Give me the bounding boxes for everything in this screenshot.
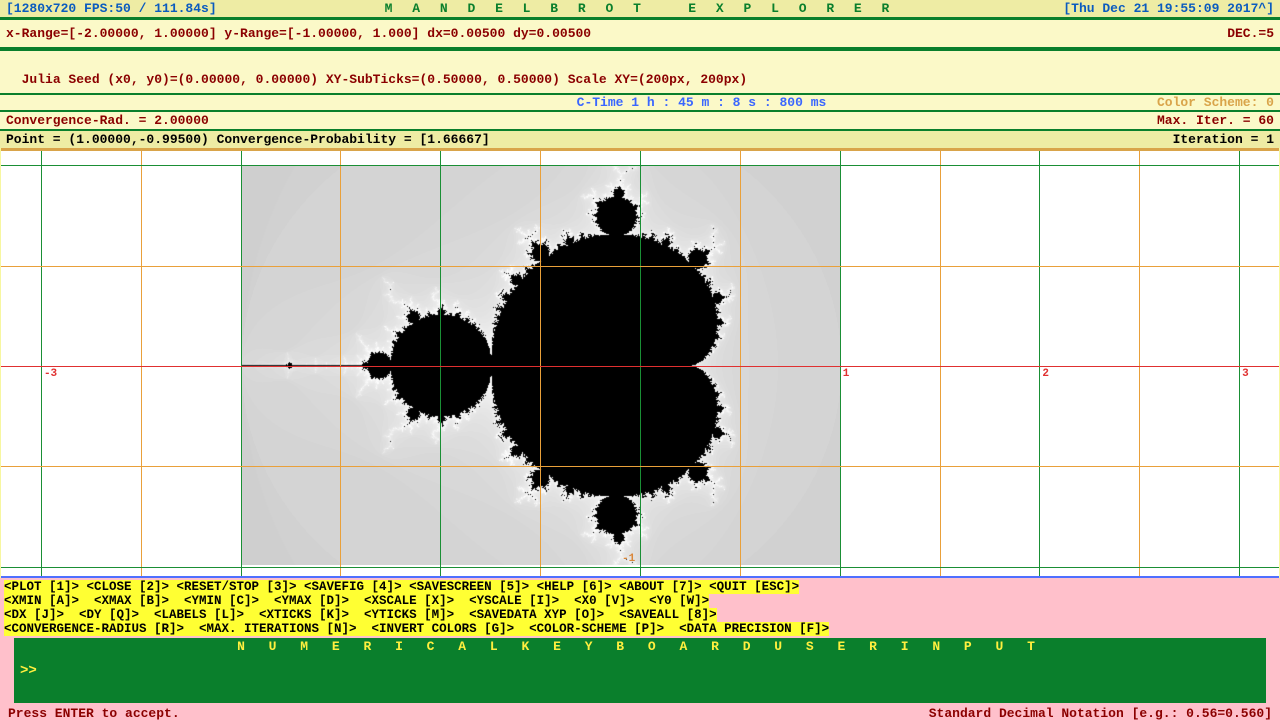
footer-hint-right: Standard Decimal Notation [e.g.: 0.56=0.… xyxy=(929,706,1272,720)
plot-grid: -3123-1 xyxy=(1,151,1279,576)
cmd-row-4[interactable]: <CONVERGENCE-RADIUS [R]> <MAX. ITERATION… xyxy=(4,622,829,636)
convergence-radius-readout: Convergence-Rad. = 2.00000 xyxy=(6,113,1157,128)
cmd-row-3[interactable]: <DX [J]> <DY [Q]> <LABELS [L]> <XTICKS [… xyxy=(4,608,717,622)
color-scheme-readout: Color Scheme: 0 xyxy=(1157,95,1274,110)
decimal-precision: DEC.=5 xyxy=(1227,26,1274,41)
julia-readout: Julia Seed (x0, y0)=(0.00000, 0.00000) X… xyxy=(22,72,748,87)
compute-time: C-Time 1 h : 45 m : 8 s : 800 ms xyxy=(246,95,1157,110)
cursor-point-readout: Point = (1.00000,-0.99500) Convergence-P… xyxy=(6,132,1173,147)
cmd-row-1[interactable]: <PLOT [1]> <CLOSE [2]> <RESET/STOP [3]> … xyxy=(4,580,799,594)
clock: [Thu Dec 21 19:55:09 2017^] xyxy=(1063,1,1274,16)
iteration-readout: Iteration = 1 xyxy=(1173,132,1274,147)
footer-hint-left: Press ENTER to accept. xyxy=(8,706,929,720)
max-iter-readout: Max. Iter. = 60 xyxy=(1157,113,1274,128)
fractal-plot[interactable]: -3123-1 xyxy=(1,148,1279,578)
input-panel-title: N U M E R I C A L K E Y B O A R D U S E … xyxy=(14,638,1266,655)
fps-counter: [1280x720 FPS:50 / 111.84s] xyxy=(6,1,217,16)
cmd-row-2[interactable]: <XMIN [A]> <XMAX [B]> <YMIN [C]> <YMAX [… xyxy=(4,594,709,608)
numeric-input[interactable]: >> xyxy=(14,655,1266,703)
app-title: M A N D E L B R O T E X P L O R E R xyxy=(217,1,1064,16)
range-readout: x-Range=[-2.00000, 1.00000] y-Range=[-1.… xyxy=(6,26,1227,41)
command-panel: <PLOT [1]> <CLOSE [2]> <RESET/STOP [3]> … xyxy=(0,578,1280,720)
